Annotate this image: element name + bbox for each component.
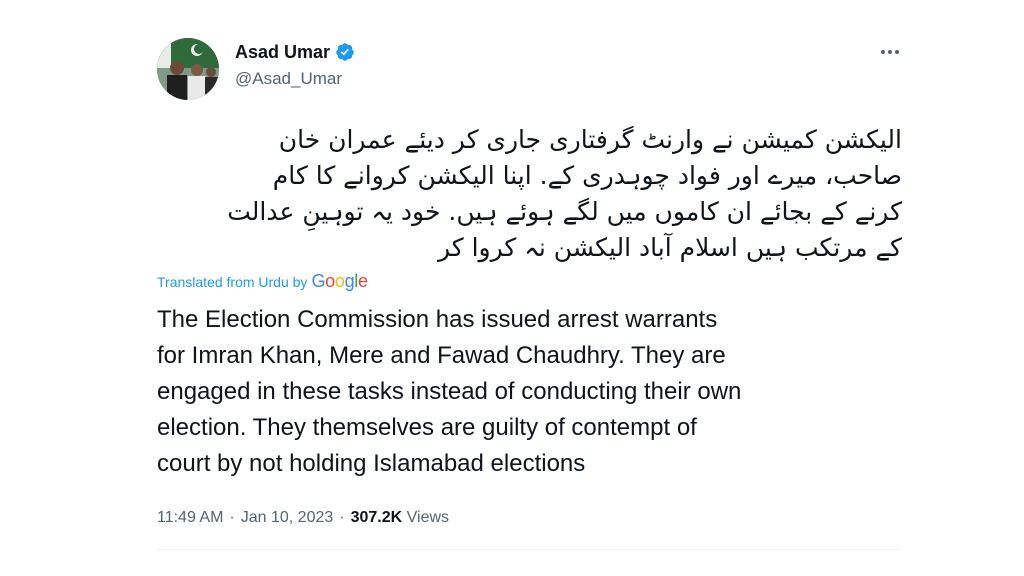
tweet-card: Asad Umar @Asad_Umar الیکشن کمیشن نے وار… (157, 30, 902, 560)
urdu-line: الیکشن کمیشن نے وارنٹ گرفتاری جاری کر دی… (278, 125, 902, 154)
translation-line: The Election Commission has issued arres… (157, 306, 718, 333)
tweet-translation: The Election Commission has issued arres… (157, 302, 902, 482)
urdu-line: صاحب، میرے اور فواد چوہدری کے. اپنا الیک… (272, 161, 902, 190)
author-name-row: Asad Umar (235, 40, 355, 64)
author-name[interactable]: Asad Umar (235, 42, 330, 63)
author-block: Asad Umar @Asad_Umar (235, 40, 355, 89)
meta-separator: · (339, 509, 345, 526)
tweet-time[interactable]: 11:49 AM (157, 509, 223, 527)
tweet-date[interactable]: Jan 10, 2023 (241, 509, 334, 527)
translation-line: for Imran Khan, Mere and Fawad Chaudhry.… (157, 342, 726, 369)
divider (157, 549, 902, 550)
translation-line: election. They themselves are guilty of … (157, 414, 697, 441)
google-logo: Google (311, 271, 368, 291)
translation-line: court by not holding Islamabad elections (157, 450, 586, 477)
tweet-metadata: 11:49 AM · Jan 10, 2023 · 307.2K Views (157, 509, 449, 527)
views-block: 307.2K Views (351, 509, 449, 527)
translated-from-label[interactable]: Translated from Urdu by (157, 274, 307, 290)
avatar[interactable] (157, 38, 219, 100)
views-count: 307.2K (350, 509, 403, 526)
translation-line: engaged in these tasks instead of conduc… (157, 378, 742, 405)
views-label: Views (406, 509, 450, 526)
meta-separator: · (229, 509, 235, 526)
more-options-icon[interactable] (878, 44, 902, 60)
verified-badge-icon (336, 43, 354, 61)
translation-attribution[interactable]: Translated from Urdu by Google (157, 271, 368, 292)
urdu-line: کرنے کے بجائے ان کاموں میں لگے ہوئے ہیں.… (227, 197, 902, 226)
tweet-text-urdu: الیکشن کمیشن نے وارنٹ گرفتاری جاری کر دی… (157, 122, 902, 266)
urdu-line: کے مرتکب ہیں اسلام آباد الیکشن نہ کروا ک… (437, 233, 902, 262)
avatar-photo-icon (157, 38, 219, 100)
author-handle[interactable]: @Asad_Umar (235, 69, 355, 89)
